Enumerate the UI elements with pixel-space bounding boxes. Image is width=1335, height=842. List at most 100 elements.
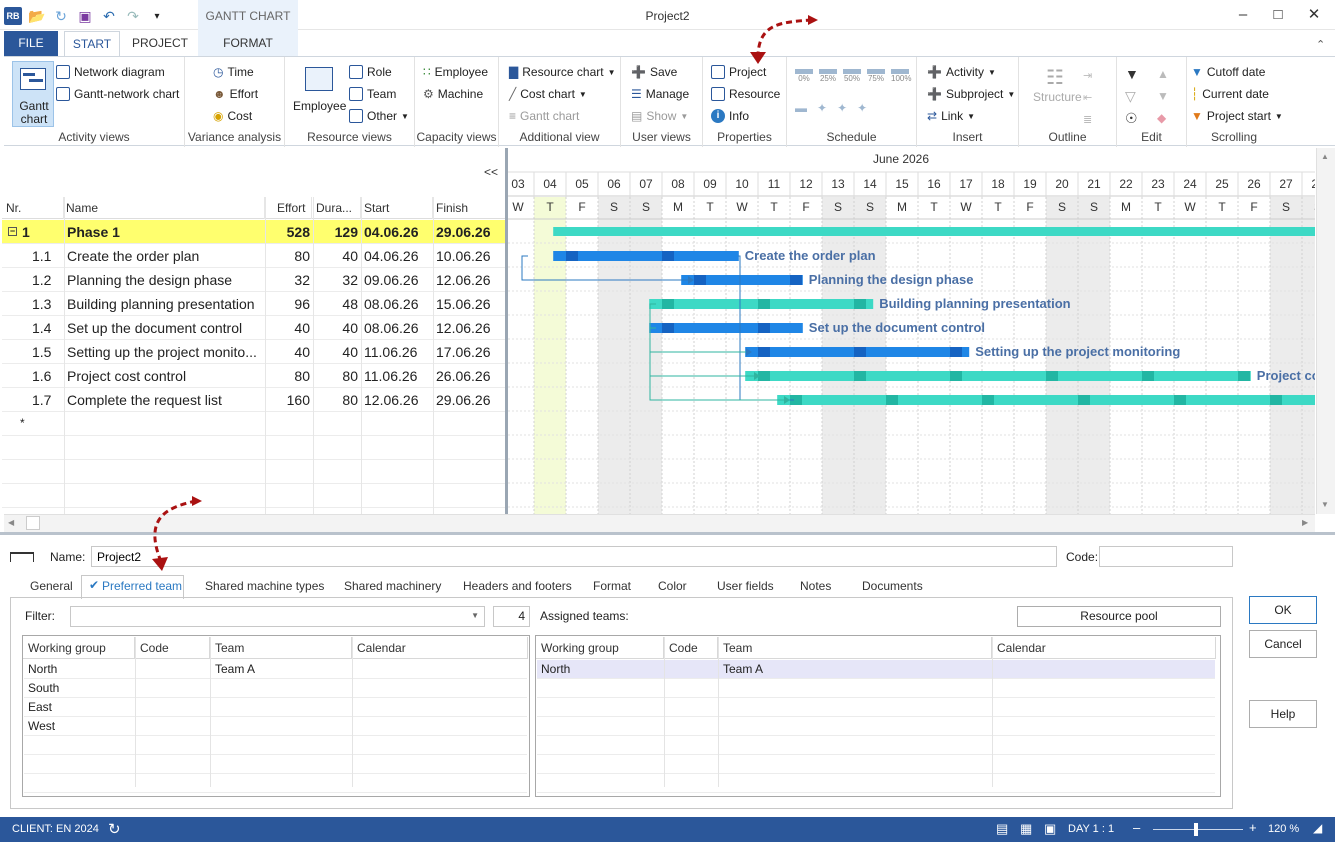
tab-file[interactable]: FILE [4, 31, 58, 56]
view-normal-icon[interactable]: ▤ [996, 821, 1008, 837]
task-row[interactable]: 1.4 Set up the document control 40 40 08.06.… [2, 316, 505, 340]
grid-col-header[interactable]: Calendar [992, 637, 1216, 659]
collapse-ribbon-icon[interactable]: ⌃ [1316, 38, 1325, 51]
tab-preferred-team[interactable]: Preferred team [102, 579, 182, 599]
progress-25-icon[interactable]: 25% [819, 69, 837, 89]
zoom-thumb[interactable] [1194, 823, 1198, 836]
insert-subproject-button[interactable]: ➕ Subproject ▼ [927, 87, 1015, 101]
vertical-scrollbar[interactable]: ▲ ▼ [1316, 148, 1335, 514]
tab-start[interactable]: START [64, 31, 120, 57]
move-down-icon[interactable]: ▼ [1157, 85, 1169, 107]
resource-pool-button[interactable]: Resource pool [1017, 606, 1221, 627]
zoom-in-icon[interactable]: + [1249, 820, 1257, 835]
collapse-toggle-icon[interactable]: − [8, 227, 17, 236]
employee-big-button[interactable]: Employee [293, 65, 346, 115]
save-view-button[interactable]: ➕ Save [631, 65, 677, 79]
empty-grid-row[interactable] [537, 774, 1215, 793]
grid-col-header[interactable]: Team [210, 637, 352, 659]
indent-icon[interactable]: ⇥ [1083, 65, 1092, 87]
col-header-duration[interactable]: Dura... [316, 197, 361, 219]
gantt-chart-area[interactable]: June 2026 03 W 04 T 05 F 06 S 07 S 08 M 09 T 10 W 11 T 12 F 1… [508, 148, 1315, 514]
manage-views-button[interactable]: ☰ Manage [631, 87, 689, 101]
ok-button[interactable]: OK [1249, 596, 1317, 624]
empty-grid-row[interactable] [24, 736, 527, 755]
outdent-icon[interactable]: ⇤ [1083, 87, 1092, 109]
col-header-effort[interactable]: Effort [277, 197, 312, 219]
empty-row[interactable] [2, 460, 505, 484]
scroll-left-icon[interactable]: ◀ [8, 518, 14, 527]
empty-grid-row[interactable] [537, 698, 1215, 717]
insert-link-button[interactable]: ⇄ Link ▼ [927, 109, 975, 123]
filter-icon[interactable]: ▼ [1125, 63, 1139, 85]
new-row[interactable]: * [2, 412, 505, 436]
resize-grip-icon[interactable]: ◢ [1313, 821, 1322, 835]
name-input[interactable] [91, 546, 1057, 567]
close-button[interactable]: ✕ [1304, 6, 1324, 24]
grid-row[interactable] [24, 679, 527, 698]
tab-color[interactable]: Color [658, 579, 687, 599]
customize-qat-icon[interactable]: ▾ [148, 7, 166, 25]
zoom-out-icon[interactable]: – [1133, 820, 1140, 835]
tab-shared-machine-types[interactable]: Shared machine types [205, 579, 324, 599]
zoom-slider[interactable] [1153, 829, 1243, 830]
empty-grid-row[interactable] [537, 717, 1215, 736]
gantt-network-button[interactable]: Gantt-network chart [56, 87, 179, 101]
code-input[interactable] [1099, 546, 1233, 567]
scroll-up-icon[interactable]: ▲ [1321, 152, 1329, 161]
eraser-icon[interactable]: ◆ [1157, 107, 1169, 129]
phase-row[interactable]: −1 Phase 1 528 129 04.06.26 29.06.26 [2, 220, 505, 244]
move-up-icon[interactable]: ▲ [1157, 63, 1169, 85]
task-row[interactable]: 1.1 Create the order plan 80 40 04.06.26 10.0… [2, 244, 505, 268]
team-button[interactable]: Team [349, 87, 396, 101]
resource-properties-button[interactable]: Resource [711, 87, 780, 101]
maximize-button[interactable]: □ [1268, 6, 1288, 24]
sync-icon[interactable]: ✦ [857, 101, 867, 117]
cutoff-date-button[interactable]: ▼ Cutoff date [1191, 65, 1265, 79]
progress-75-icon[interactable]: 75% [867, 69, 885, 89]
grid-col-header[interactable]: Team [718, 637, 992, 659]
empty-grid-row[interactable] [537, 679, 1215, 698]
refresh-icon[interactable]: ↻ [52, 7, 70, 25]
cost-chart-button[interactable]: ╱ Cost chart ▼ [509, 87, 587, 101]
task-row[interactable]: 1.5 Setting up the project monito... 40 40 1… [2, 340, 505, 364]
filter-select[interactable]: ▼ [70, 606, 485, 627]
project-start-button[interactable]: ▼ Project start ▼ [1191, 109, 1283, 123]
gantt-chart-button[interactable]: Gantt chart [12, 61, 54, 127]
time-button[interactable]: ◷ Time [213, 65, 254, 79]
open-folder-icon[interactable]: 📂 [28, 7, 46, 25]
progress-100-icon[interactable]: 100% [891, 69, 911, 89]
tab-format[interactable]: FORMAT [198, 31, 298, 56]
tab-headers-footers[interactable]: Headers and footers [463, 579, 572, 599]
scroll-right-icon[interactable]: ▶ [1302, 518, 1308, 527]
tab-notes[interactable]: Notes [800, 579, 831, 599]
grid-row[interactable] [24, 717, 527, 736]
minimize-button[interactable]: – [1233, 6, 1253, 24]
save-icon[interactable]: ▣ [76, 7, 94, 25]
collapse-table-button[interactable]: << [484, 165, 498, 179]
view-grid-icon[interactable]: ▦ [1020, 821, 1032, 837]
task-row[interactable]: 1.3 Building planning presentation 96 48 08.… [2, 292, 505, 316]
cost-button[interactable]: ◉ Cost [213, 109, 252, 123]
insert-activity-button[interactable]: ➕ Activity ▼ [927, 65, 996, 79]
tab-shared-machinery[interactable]: Shared machinery [344, 579, 441, 599]
progress-50-icon[interactable]: 50% [843, 69, 861, 89]
empty-grid-row[interactable] [537, 736, 1215, 755]
empty-row[interactable] [2, 436, 505, 460]
task-bar[interactable] [745, 371, 1251, 381]
empty-grid-row[interactable] [537, 755, 1215, 774]
task-row[interactable]: 1.2 Planning the design phase 32 32 09.06.26… [2, 268, 505, 292]
split-icon[interactable]: ✦ [817, 101, 827, 117]
col-header-nr[interactable]: Nr. [6, 197, 64, 219]
info-button[interactable]: i Info [711, 109, 749, 123]
grid-col-header[interactable]: Code [664, 637, 718, 659]
other-button[interactable]: Other ▼ [349, 109, 409, 123]
scroll-down-icon[interactable]: ▼ [1321, 500, 1329, 509]
task-bar[interactable] [553, 251, 739, 261]
grid-row[interactable] [537, 660, 1215, 679]
empty-grid-row[interactable] [24, 755, 527, 774]
empty-row[interactable] [2, 484, 505, 508]
phase-summary-bar[interactable] [553, 227, 1315, 236]
find-icon[interactable]: ☉ [1125, 107, 1139, 129]
clear-filter-icon[interactable]: ▽ [1125, 85, 1139, 107]
tab-project[interactable]: PROJECT [128, 31, 192, 56]
